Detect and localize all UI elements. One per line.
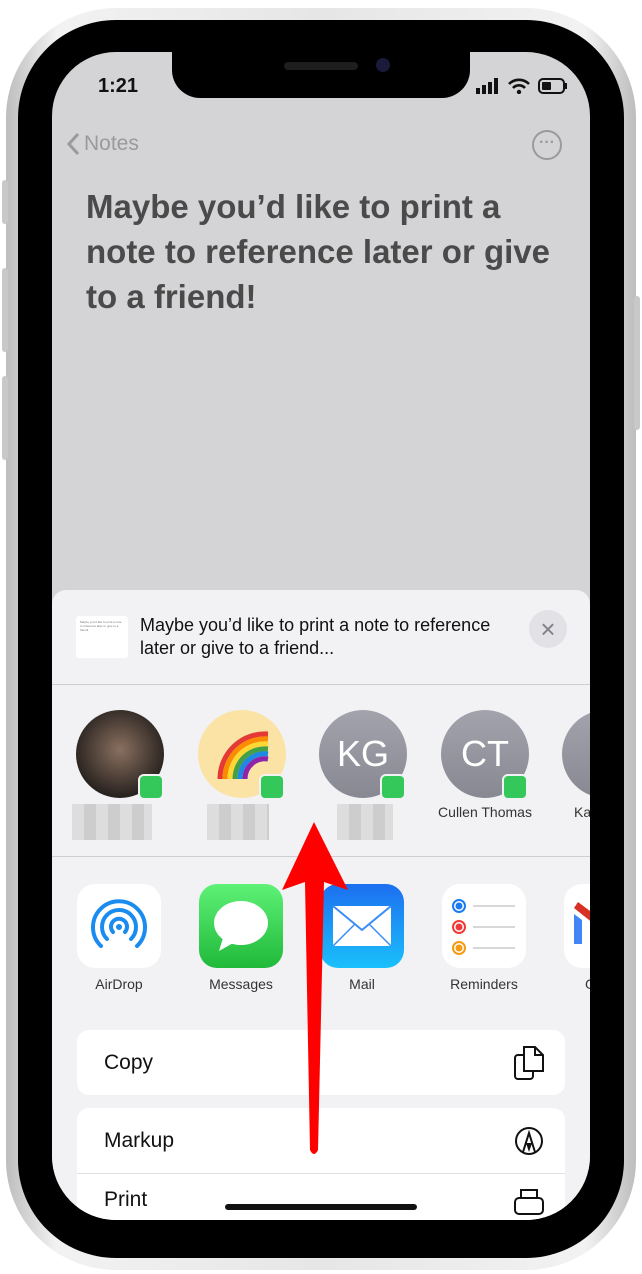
app-gmail[interactable] bbox=[564, 884, 590, 968]
ellipsis-circle-icon[interactable]: ··· bbox=[532, 130, 562, 160]
note-thumbnail: Maybe you’d like to print a note to refe… bbox=[76, 616, 128, 658]
signal-icon bbox=[476, 78, 498, 94]
app-label: G bbox=[551, 976, 590, 992]
action-label: Markup bbox=[104, 1128, 175, 1152]
volume-up-button bbox=[2, 268, 8, 352]
wifi-icon bbox=[508, 78, 530, 94]
close-button[interactable]: × bbox=[529, 610, 567, 648]
action-label: Copy bbox=[104, 1050, 154, 1074]
side-button bbox=[634, 296, 640, 430]
speaker bbox=[284, 62, 358, 70]
app-reminders[interactable] bbox=[442, 884, 526, 968]
blurred-contact-name bbox=[72, 804, 152, 840]
back-button[interactable]: Notes bbox=[66, 132, 139, 156]
status-time: 1:21 bbox=[98, 75, 139, 97]
mute-switch bbox=[2, 180, 8, 224]
red-arrow-annotation bbox=[282, 822, 348, 1154]
back-label: Notes bbox=[84, 132, 139, 155]
note-title: Maybe you’d like to print a note to refe… bbox=[86, 188, 550, 315]
status-icons bbox=[476, 78, 568, 94]
front-camera bbox=[376, 58, 390, 72]
messages-badge-icon bbox=[138, 774, 164, 800]
app-messages[interactable] bbox=[199, 884, 283, 968]
notch bbox=[172, 52, 470, 98]
contact-name: Ka bbox=[574, 804, 590, 820]
contact-initials: KG bbox=[336, 733, 389, 774]
battery-icon bbox=[538, 78, 567, 94]
close-icon: × bbox=[540, 614, 556, 644]
contact-initials: CT bbox=[461, 733, 509, 774]
airdrop-icon bbox=[91, 899, 147, 948]
messages-icon bbox=[214, 901, 268, 951]
copy-icon bbox=[514, 1045, 544, 1080]
action-label: Print bbox=[104, 1188, 148, 1211]
reminders-icon bbox=[452, 899, 515, 955]
app-label: Reminders bbox=[450, 976, 518, 992]
messages-badge-icon bbox=[259, 774, 285, 800]
gmail-icon bbox=[574, 902, 590, 944]
home-indicator[interactable] bbox=[225, 1204, 417, 1210]
volume-down-button bbox=[2, 376, 8, 460]
app-label: AirDrop bbox=[95, 976, 143, 992]
divider bbox=[52, 684, 590, 685]
markup-icon bbox=[515, 1126, 543, 1155]
chevron-left-icon bbox=[66, 132, 80, 156]
action-print[interactable]: Print bbox=[77, 1174, 565, 1220]
blurred-contact-name bbox=[207, 804, 269, 840]
contact-avatar-5[interactable]: K bbox=[562, 710, 590, 798]
print-icon bbox=[514, 1189, 544, 1215]
share-preview-title: Maybe you’d like to print a note to refe… bbox=[140, 615, 491, 658]
app-airdrop[interactable] bbox=[77, 884, 161, 968]
contact-name: Cullen Thomas bbox=[438, 804, 532, 820]
messages-badge-icon bbox=[502, 774, 528, 800]
messages-badge-icon bbox=[380, 774, 406, 800]
